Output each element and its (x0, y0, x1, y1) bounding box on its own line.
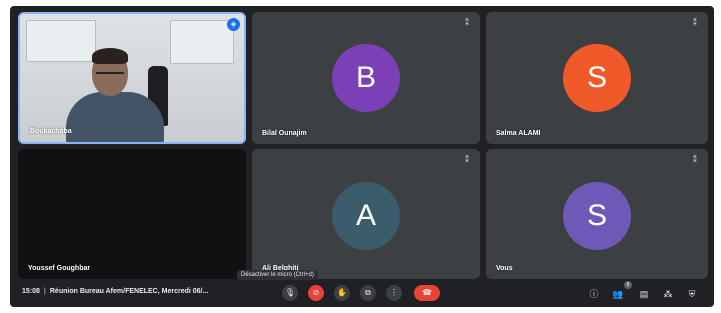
participant-tile-camera-off[interactable]: Youssef Goughbar (18, 149, 246, 279)
raise-hand-icon: ✋ (337, 288, 347, 297)
info-icon[interactable]: ⓘ (588, 288, 600, 300)
participant-name: Boukachaba (30, 128, 72, 135)
avatar: A (332, 182, 400, 250)
mic-toggle-button[interactable]: 🎙 (282, 285, 298, 301)
more-options-button[interactable]: ⋮ (386, 285, 402, 301)
camera-toggle-button[interactable]: ⊘ (308, 285, 324, 301)
mic-tooltip: Désactiver le micro (Ctrl+d) (237, 270, 318, 280)
participant-name: Salma ALAMI (496, 130, 541, 137)
participants-count-badge: 6 (624, 281, 632, 289)
present-button[interactable]: ⧉ (360, 285, 376, 301)
mic-muted-icon: ⁑ (465, 155, 469, 164)
participant-tile-video[interactable]: ◈ Boukachaba (18, 12, 246, 144)
bottom-control-bar: 15:08 | Réunion Bureau Afem/FENELEC, Mercr… (10, 279, 714, 307)
video-person-body (66, 92, 164, 142)
present-icon: ⧉ (365, 288, 371, 297)
participant-name: Bilal Ounajim (262, 130, 307, 137)
mic-icon: 🎙 (284, 288, 296, 297)
chat-icon[interactable]: ▤ (638, 288, 650, 300)
more-options-icon: ⋮ (390, 288, 398, 297)
avatar: S (563, 182, 631, 250)
mic-muted-icon: ⁑ (693, 18, 697, 27)
raise-hand-button[interactable]: ✋ (334, 285, 350, 301)
activities-icon[interactable]: ⁂ (662, 288, 674, 300)
meeting-title: Réunion Bureau Afem/FENELEC, Mercredi 06… (49, 288, 209, 295)
participant-tile[interactable]: ⁑ B Bilal Ounajim (252, 12, 480, 144)
participant-tile[interactable]: ⁑ S Salma ALAMI (486, 12, 708, 144)
mic-muted-icon: ⁑ (693, 155, 697, 164)
participant-name: Youssef Goughbar (28, 265, 91, 272)
video-window-right (170, 20, 234, 64)
people-icon[interactable]: 👥 (612, 288, 624, 300)
participant-name: Vous (496, 265, 513, 272)
avatar: B (332, 44, 400, 112)
participant-tile[interactable]: ⁑ A Ali Belghiti (252, 149, 480, 279)
separator: | (43, 288, 46, 295)
video-person-glasses (96, 72, 124, 80)
avatar: S (563, 44, 631, 112)
video-person-hair (92, 48, 128, 64)
hangup-icon: ☎ (422, 288, 432, 297)
mic-muted-icon: ⁑ (465, 18, 469, 27)
speaking-indicator-icon: ◈ (227, 18, 240, 31)
meeting-details: 15:08 | Réunion Bureau Afem/FENELEC, Mercr… (22, 288, 208, 295)
camera-off-icon: ⊘ (312, 288, 320, 297)
host-controls-icon[interactable]: ⛨ (686, 288, 698, 300)
participant-tile-self[interactable]: ⁑ S Vous (486, 149, 708, 279)
meet-call-screen: ◈ Boukachaba ⁑ B Bilal Ounajim ⁑ S Salma… (10, 6, 714, 307)
video-window-left (26, 20, 96, 62)
clock-time: 15:08 (22, 288, 40, 295)
leave-call-button[interactable]: ☎ (414, 285, 440, 301)
